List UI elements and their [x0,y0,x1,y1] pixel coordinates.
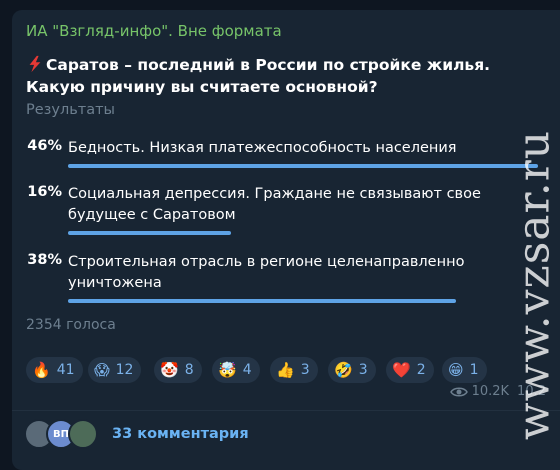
reaction-count: 3 [300,362,310,378]
reaction-count: 1 [469,362,479,378]
views-extra: 10.2 [517,384,546,399]
divider [12,410,560,411]
avatar [68,419,98,449]
option-percent: 46% [27,138,62,154]
reaction-rofl[interactable]: 🤣 3 [328,357,376,383]
reaction-count: 4 [242,362,252,378]
channel-name[interactable]: ИА "Взгляд-инфо". Вне формата [26,22,282,40]
option-bar [68,231,231,235]
clown-face-icon: 🤡 [160,360,179,379]
exploding-head-icon: 🤯 [218,360,237,379]
eye-icon [449,387,468,396]
view-count: 10.2K 10.2 [449,384,546,399]
reaction-thumbs-up[interactable]: 👍 3 [270,357,318,383]
lightning-icon [29,55,41,73]
option-bar [68,299,456,303]
reaction-exploding-head[interactable]: 🤯 4 [212,357,260,383]
rofl-face-icon: 🤣 [334,360,353,379]
option-percent: 16% [27,184,62,200]
comments-label: 33 комментария [112,426,249,442]
scream-face-icon: 😱 [94,360,110,379]
grin-face-icon: 😁 [448,360,464,379]
vote-count: 2354 голоса [26,317,116,333]
comments-button[interactable]: ВП 33 комментария [24,419,249,449]
option-text: Бедность. Низкая платежеспособность насе… [68,140,457,156]
views-number: 10.2K [471,384,510,399]
reaction-scream[interactable]: 😱 12 [88,357,142,383]
reaction-grin[interactable]: 😁 1 [442,357,487,383]
reaction-fire[interactable]: 🔥 41 [26,357,83,383]
option-percent: 38% [27,252,62,268]
poll-question: Саратов – последний в России по стройке … [26,54,526,98]
thumbs-up-icon: 👍 [276,360,295,379]
option-bar [68,164,538,168]
reaction-heart[interactable]: ❤️ 2 [386,357,434,383]
reaction-count: 2 [416,362,426,378]
heart-icon: ❤️ [392,360,411,379]
option-text: Социальная депрессия. Граждане не связыв… [68,186,481,223]
reaction-count: 41 [56,362,75,378]
option-text: Строительная отрасль в регионе целенапра… [68,254,465,291]
results-label: Результаты [26,102,115,118]
reaction-clown[interactable]: 🤡 8 [154,357,202,383]
reaction-count: 12 [115,362,134,378]
reaction-count: 3 [358,362,368,378]
poll-message: ИА "Взгляд-инфо". Вне формата Саратов – … [12,10,560,470]
poll-question-text: Саратов – последний в России по стройке … [26,56,491,96]
fire-icon: 🔥 [32,360,51,379]
reaction-count: 8 [184,362,194,378]
